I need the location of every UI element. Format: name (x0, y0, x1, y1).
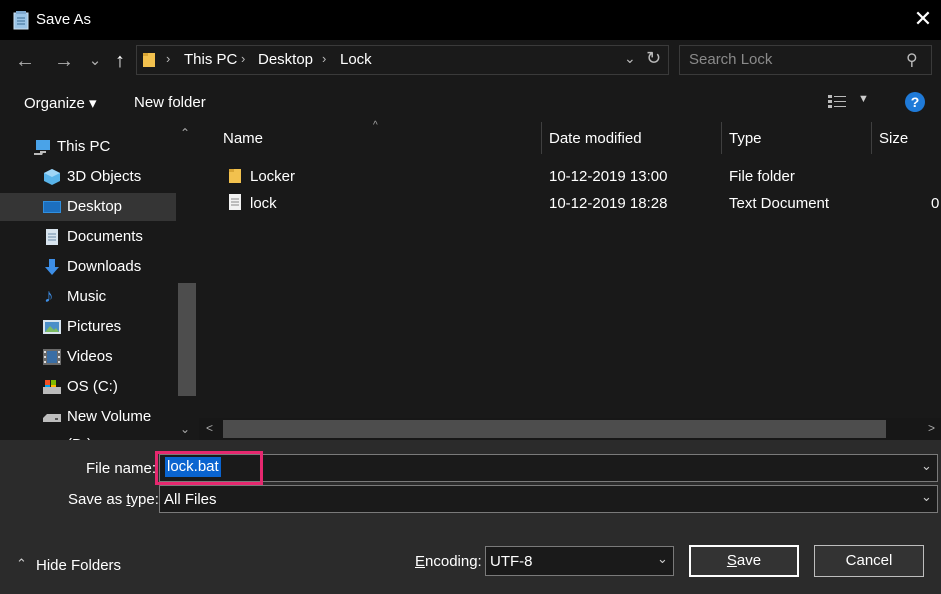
sidebar-item-downloads[interactable]: Downloads (0, 253, 176, 281)
sidebar-item-videos[interactable]: Videos (0, 343, 176, 371)
close-button[interactable]: ✕ (910, 6, 936, 32)
cancel-button[interactable]: Cancel (814, 545, 924, 577)
save-as-type-dropdown-icon[interactable]: ⌄ (921, 489, 932, 505)
window-title: Save As (36, 11, 92, 28)
folder-icon (143, 53, 155, 67)
breadcrumb-separator: › (241, 51, 246, 66)
organize-button[interactable]: Organize ▾ (24, 94, 97, 112)
back-button[interactable]: ← (12, 48, 38, 74)
file-date: 10-12-2019 18:28 (549, 195, 668, 212)
text-file-icon (229, 194, 241, 210)
computer-icon (34, 140, 50, 155)
breadcrumb-desktop[interactable]: Desktop (258, 51, 313, 68)
search-placeholder: Search Lock (689, 51, 773, 68)
address-dropdown-icon[interactable]: ⌄ (624, 50, 636, 67)
horizontal-scroll-thumb[interactable] (223, 420, 886, 438)
recent-locations-button[interactable]: ⌄ (86, 48, 104, 74)
search-icon[interactable]: ⚲ (906, 50, 918, 70)
sidebar-item-pictures[interactable]: Pictures (0, 313, 176, 341)
sidebar-item-documents[interactable]: Documents (0, 223, 176, 251)
cube-icon (44, 169, 60, 185)
file-name-label: File name: (86, 460, 157, 477)
column-header-size[interactable]: Size (879, 130, 908, 147)
breadcrumb-separator: › (166, 51, 171, 66)
help-icon[interactable]: ? (905, 92, 925, 112)
file-name-dropdown-icon[interactable]: ⌄ (921, 458, 932, 474)
column-divider[interactable] (541, 122, 542, 154)
drive-icon (43, 380, 61, 394)
highlight-box (155, 451, 263, 485)
column-header-name[interactable]: Name (223, 130, 263, 147)
save-as-type-label: Save as type: (68, 491, 159, 508)
downloads-icon (45, 259, 59, 275)
navigation-pane-scroll-thumb[interactable] (178, 283, 196, 396)
hide-folders-button[interactable]: Hide Folders (36, 557, 121, 574)
encoding-label: Encoding: (415, 553, 482, 570)
videos-icon (43, 349, 61, 365)
file-name[interactable]: Locker (250, 168, 295, 185)
save-as-type-value: All Files (164, 491, 217, 508)
up-folder-button[interactable]: ↑ (108, 48, 132, 74)
sidebar-item-desktop[interactable]: Desktop (0, 193, 176, 221)
refresh-icon[interactable]: ↻ (646, 48, 661, 69)
breadcrumb-lock[interactable]: Lock (340, 51, 372, 68)
scroll-up-arrow-icon[interactable]: ⌃ (180, 126, 190, 140)
scroll-right-arrow-icon[interactable]: > (928, 421, 935, 435)
desktop-icon (43, 201, 61, 213)
encoding-value: UTF-8 (490, 553, 533, 570)
breadcrumb-this-pc[interactable]: This PC (184, 51, 237, 68)
scroll-down-arrow-icon[interactable]: ⌄ (180, 422, 190, 436)
new-folder-button[interactable]: New folder (134, 94, 206, 111)
file-date: 10-12-2019 13:00 (549, 168, 668, 185)
sidebar-item-this-pc[interactable]: This PC (0, 133, 176, 161)
file-type: File folder (729, 168, 795, 185)
file-size: 0 (931, 195, 940, 212)
column-divider[interactable] (871, 122, 872, 154)
encoding-dropdown-icon[interactable]: ⌄ (657, 551, 668, 567)
sidebar-item-3d-objects[interactable]: 3D Objects (0, 163, 176, 191)
music-icon: ♪ (44, 286, 54, 307)
breadcrumb-separator: › (322, 51, 327, 66)
scroll-left-arrow-icon[interactable]: < (206, 421, 213, 435)
sidebar-item-os-c[interactable]: OS (C:) (0, 373, 176, 401)
column-divider[interactable] (721, 122, 722, 154)
folder-icon (229, 169, 241, 183)
title-bar (0, 0, 941, 40)
forward-button[interactable]: → (51, 48, 77, 74)
sidebar-item-new-volume-d[interactable]: New Volume (D:) (0, 403, 176, 440)
view-options-dropdown[interactable]: ▼ (858, 93, 869, 105)
save-button[interactable]: Save (689, 545, 799, 577)
column-header-type[interactable]: Type (729, 130, 762, 147)
pictures-icon (43, 320, 61, 334)
view-details-icon[interactable] (828, 94, 846, 110)
navigation-pane: This PC 3D Objects Desktop Documents Dow… (0, 122, 199, 440)
sidebar-item-music[interactable]: ♪ Music (0, 283, 176, 311)
notepad-icon (13, 11, 29, 30)
file-type: Text Document (729, 195, 830, 212)
sort-ascending-icon: ^ (373, 120, 378, 131)
file-name[interactable]: lock (250, 195, 277, 212)
save-as-type-select[interactable] (159, 485, 938, 513)
file-name-field[interactable] (159, 454, 938, 482)
documents-icon (46, 229, 58, 245)
volume-icon (43, 414, 61, 422)
chevron-up-icon[interactable]: ⌃ (16, 556, 27, 572)
column-header-date-modified[interactable]: Date modified (549, 130, 642, 147)
